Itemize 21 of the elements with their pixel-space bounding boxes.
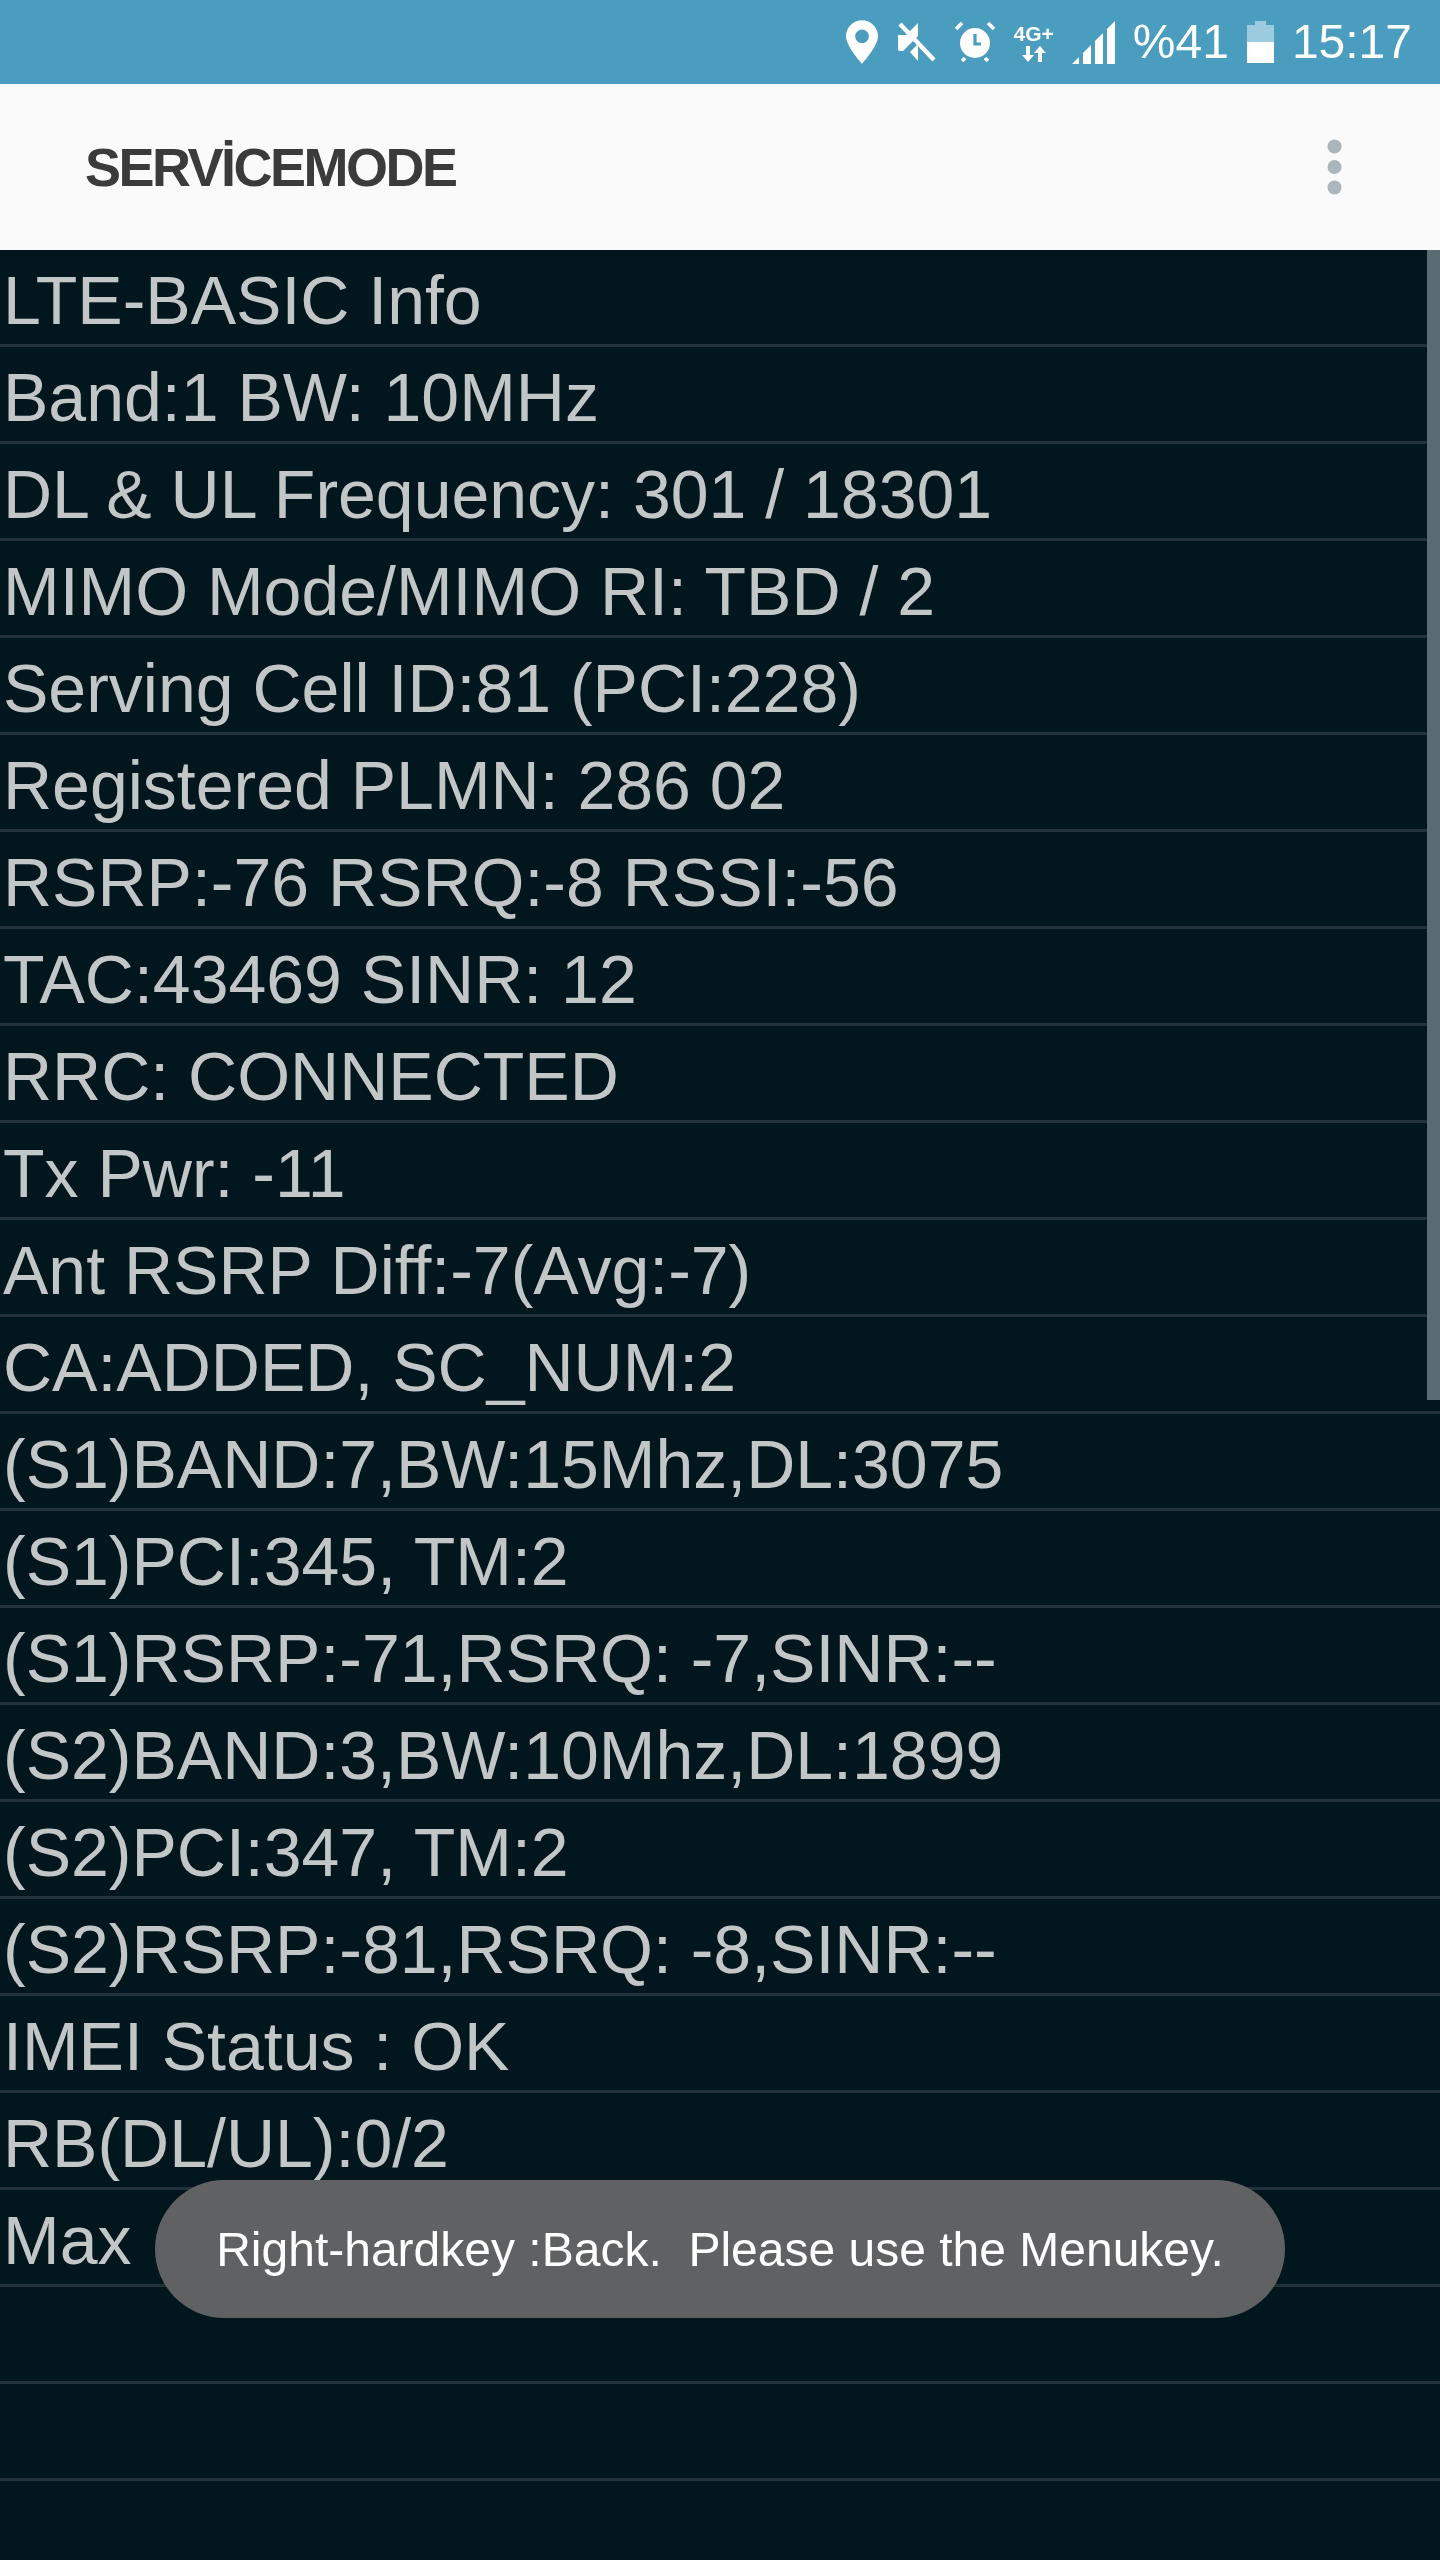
- info-line: Tx Pwr: -11: [3, 1139, 346, 1207]
- up-down-arrows-icon: [1021, 45, 1046, 62]
- alarm-clock-icon: [953, 21, 996, 63]
- info-line: LTE-BASIC Info: [3, 266, 482, 334]
- info-line: Max: [3, 2206, 132, 2274]
- signal-bars-icon: [1071, 20, 1115, 64]
- battery-percentage: %41: [1132, 18, 1229, 66]
- muted-speaker-icon: [895, 21, 936, 63]
- toast-message: Right-hardkey :Back. Please use the Menukey.: [155, 2180, 1285, 2318]
- more-vertical-icon[interactable]: [1327, 139, 1342, 195]
- info-line: IMEI Status : OK: [3, 2012, 510, 2080]
- info-line: RRC: CONNECTED: [3, 1042, 619, 1110]
- battery-icon: [1246, 21, 1274, 63]
- location-pin-icon: [845, 20, 878, 64]
- clock-time: 15:17: [1291, 18, 1412, 66]
- scrollbar-thumb[interactable]: [1427, 250, 1440, 1400]
- info-line: MIMO Mode/MIMO RI: TBD / 2: [3, 557, 935, 625]
- app-title: SERVİCEMODE: [85, 136, 456, 198]
- network-type-label: 4G+: [1013, 22, 1054, 44]
- info-line: Band:1 BW: 10MHz: [3, 363, 599, 431]
- info-line: TAC:43469 SINR: 12: [3, 945, 637, 1013]
